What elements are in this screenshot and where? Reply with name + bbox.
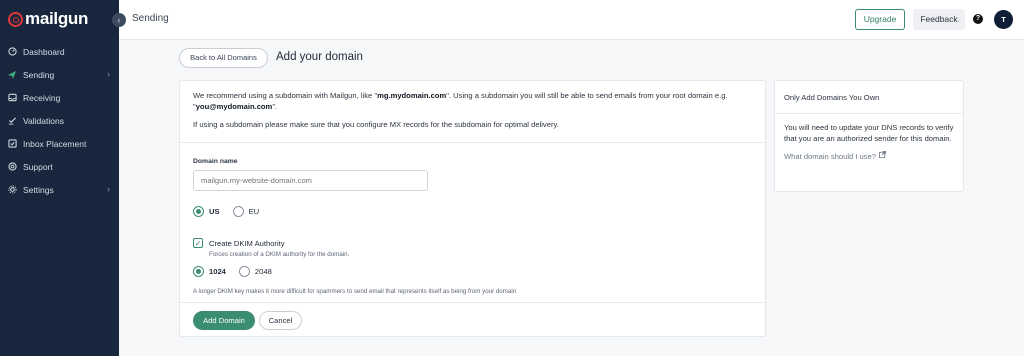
sidebar-item-label: Validations	[23, 115, 64, 126]
mailgun-logo[interactable]: mailgun	[8, 9, 88, 29]
info-card-body: You will need to update your DNS records…	[775, 114, 963, 163]
info-card: Only Add Domains You Own You will need t…	[774, 80, 964, 192]
domain-name-input[interactable]	[193, 170, 428, 191]
domain-name-label: Domain name	[193, 158, 238, 165]
sidebar-item-label: Dashboard	[23, 46, 65, 57]
sidebar-item-sending[interactable]: Sending ›	[0, 63, 119, 86]
feedback-button[interactable]: Feedback	[913, 9, 965, 30]
dkim-checkbox-row[interactable]: ✓ Create DKIM Authority	[193, 238, 285, 248]
checkbox-checked-icon[interactable]: ✓	[193, 238, 203, 248]
dkim-checkbox-label: Create DKIM Authority	[209, 238, 285, 248]
example-email: you@mydomain.com	[195, 102, 273, 111]
dashboard-icon	[7, 47, 17, 57]
which-domain-link[interactable]: What domain should I use?	[784, 151, 954, 163]
sidebar-item-dashboard[interactable]: Dashboard	[0, 40, 119, 63]
which-domain-link-label: What domain should I use?	[784, 151, 877, 161]
sidebar-item-support[interactable]: Support	[0, 155, 119, 178]
add-domain-card: We recommend using a subdomain with Mail…	[179, 80, 766, 337]
mx-note: If using a subdomain please make sure th…	[193, 120, 559, 129]
sidebar-item-label: Sending	[23, 69, 55, 80]
sidebar-item-label: Settings	[23, 184, 54, 195]
external-link-icon	[879, 151, 886, 163]
back-to-domains-button[interactable]: Back to All Domains	[179, 48, 268, 68]
dkim-key-option-1024[interactable]: 1024	[193, 266, 226, 277]
cancel-button[interactable]: Cancel	[259, 311, 302, 330]
region-radio-group: US EU	[193, 206, 272, 217]
sidebar-item-label: Inbox Placement	[23, 138, 87, 149]
support-icon	[7, 162, 17, 172]
add-domain-button[interactable]: Add Domain	[193, 311, 255, 330]
dkim-sub-text: Forces creation of a DKIM authority for …	[209, 251, 350, 258]
info-card-title: Only Add Domains You Own	[775, 81, 963, 114]
sidebar: mailgun Dashboard Sending › Receiving Va…	[0, 0, 119, 356]
sidebar-item-inbox-placement[interactable]: Inbox Placement	[0, 132, 119, 155]
sidebar-item-receiving[interactable]: Receiving	[0, 86, 119, 109]
user-avatar[interactable]: T	[994, 10, 1013, 29]
actions-divider	[180, 302, 765, 303]
checkbox-icon	[7, 139, 17, 149]
sidebar-nav: Dashboard Sending › Receiving Validation…	[0, 40, 119, 201]
chevron-right-icon: ›	[107, 184, 110, 194]
radio-selected-icon	[193, 266, 204, 277]
dkim-key-radio-group: 1024 2048	[193, 266, 285, 277]
region-option-eu[interactable]: EU	[232, 206, 259, 217]
page-title: Add your domain	[276, 51, 363, 63]
brand-name: mailgun	[25, 9, 89, 28]
help-icon[interactable]: ?	[973, 14, 983, 24]
top-bar: Sending Upgrade Feedback ? T	[119, 0, 1024, 40]
section-title: Sending	[132, 13, 169, 24]
dkim-key-hint: A longer DKIM key makes it more difficul…	[193, 288, 517, 295]
info-card-text: You will need to update your DNS records…	[784, 123, 954, 143]
sidebar-item-label: Receiving	[23, 92, 61, 103]
mailgun-logo-icon	[8, 11, 23, 27]
gear-icon	[7, 185, 17, 195]
upgrade-button[interactable]: Upgrade	[855, 9, 905, 30]
validation-icon	[7, 116, 17, 126]
sidebar-item-settings[interactable]: Settings ›	[0, 178, 119, 201]
sidebar-item-validations[interactable]: Validations	[0, 109, 119, 132]
dkim-key-option-2048[interactable]: 2048	[238, 266, 272, 277]
radio-selected-icon	[193, 206, 204, 217]
paper-plane-icon	[7, 70, 17, 80]
example-subdomain: mg.mydomain.com	[377, 91, 447, 100]
region-option-us[interactable]: US	[193, 206, 220, 217]
sidebar-item-label: Support	[23, 161, 53, 172]
collapse-sidebar-button[interactable]: ‹	[112, 13, 126, 27]
radio-unselected-icon	[232, 206, 244, 217]
intro-section: We recommend using a subdomain with Mail…	[180, 81, 765, 143]
inbox-icon	[7, 93, 17, 103]
chevron-right-icon: ›	[107, 69, 110, 79]
radio-unselected-icon	[238, 266, 250, 277]
intro-text: We recommend using a subdomain with Mail…	[193, 91, 728, 111]
